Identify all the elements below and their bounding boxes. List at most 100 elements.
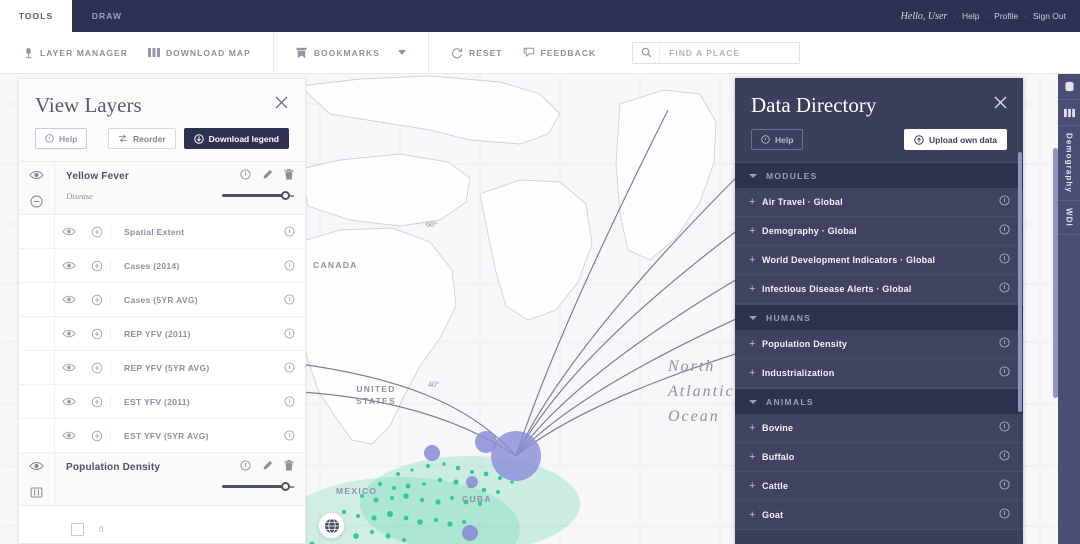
info-icon[interactable] [273, 260, 305, 271]
data-directory-item[interactable]: +Demography · Global [735, 217, 1023, 246]
info-icon[interactable] [999, 506, 1010, 524]
edge-tab-map[interactable] [1058, 100, 1080, 126]
edge-tab-database[interactable] [1058, 74, 1080, 100]
reorder-button[interactable]: Reorder [108, 128, 176, 149]
search-input[interactable] [660, 48, 799, 58]
feedback-button[interactable]: FEEDBACK [513, 47, 607, 59]
visibility-toggle[interactable] [19, 453, 54, 479]
plus-icon[interactable]: + [749, 452, 762, 463]
slider-knob[interactable] [281, 482, 290, 491]
close-icon[interactable] [274, 95, 290, 111]
help-link[interactable]: Help [962, 11, 979, 21]
sublayer-row[interactable]: REP YFV (5YR AVG) [19, 351, 305, 385]
visibility-toggle[interactable] [55, 329, 83, 338]
data-directory-item[interactable]: +Industrialization [735, 359, 1023, 388]
chevron-down-icon[interactable] [398, 50, 406, 55]
delete-icon[interactable] [284, 167, 294, 185]
info-icon[interactable] [273, 430, 305, 441]
visibility-toggle[interactable] [55, 261, 83, 270]
data-directory-section-header[interactable]: MODULES [735, 162, 1023, 188]
edit-icon[interactable] [262, 167, 273, 185]
data-directory-item[interactable]: +Infectious Disease Alerts · Global [735, 275, 1023, 304]
visibility-toggle[interactable] [55, 397, 83, 406]
data-directory-item[interactable]: +Population Density [735, 330, 1023, 359]
data-directory-item[interactable]: +Air Travel · Global [735, 188, 1023, 217]
delete-icon[interactable] [284, 458, 294, 476]
info-icon[interactable] [273, 294, 305, 305]
collapse-toggle[interactable] [19, 188, 54, 214]
info-icon[interactable] [999, 419, 1010, 437]
legend-checkbox[interactable] [71, 523, 84, 536]
sublayer-row[interactable]: EST YFV (2011) [19, 385, 305, 419]
plus-icon[interactable]: + [749, 423, 762, 434]
data-directory-item[interactable]: +World Development Indicators · Global [735, 246, 1023, 275]
profile-link[interactable]: Profile [994, 11, 1018, 21]
sign-out-link[interactable]: Sign Out [1033, 11, 1066, 21]
edge-tab-wdi[interactable]: WDI [1058, 201, 1080, 235]
tab-draw[interactable]: DRAW [72, 0, 142, 32]
data-directory-item[interactable]: +Goat [735, 501, 1023, 530]
layer-manager-button[interactable]: LAYER MANAGER [12, 47, 138, 59]
info-icon[interactable] [273, 362, 305, 373]
info-icon[interactable] [999, 448, 1010, 466]
info-icon[interactable] [999, 335, 1010, 353]
sublayer-row[interactable]: Spatial Extent [19, 215, 305, 249]
info-icon[interactable] [999, 364, 1010, 382]
bookmarks-button[interactable]: BOOKMARKS [286, 47, 416, 59]
info-icon[interactable] [999, 280, 1010, 298]
add-layer-button[interactable] [83, 362, 111, 374]
legend-toggle[interactable] [19, 479, 54, 505]
visibility-toggle[interactable] [19, 162, 54, 188]
info-icon[interactable] [273, 328, 305, 339]
data-directory-item[interactable]: +Buffalo [735, 443, 1023, 472]
info-icon[interactable] [999, 193, 1010, 211]
legend-item[interactable]: 0 [19, 516, 305, 542]
search-box[interactable] [632, 42, 800, 64]
data-directory-item[interactable]: +Bovine [735, 414, 1023, 443]
visibility-toggle[interactable] [55, 363, 83, 372]
opacity-slider[interactable] [222, 482, 294, 492]
add-layer-button[interactable] [83, 328, 111, 340]
info-icon[interactable] [240, 458, 251, 476]
plus-icon[interactable]: + [749, 481, 762, 492]
basemap-toggle-button[interactable] [318, 512, 345, 539]
info-icon[interactable] [273, 226, 305, 237]
slider-knob[interactable] [281, 191, 290, 200]
opacity-slider[interactable] [222, 191, 294, 201]
sublayer-row[interactable]: Cases (2014) [19, 249, 305, 283]
visibility-toggle[interactable] [55, 431, 83, 440]
plus-icon[interactable]: + [749, 197, 762, 208]
legend-checkbox[interactable] [71, 543, 84, 544]
plus-icon[interactable]: + [749, 339, 762, 350]
info-icon[interactable] [999, 251, 1010, 269]
tab-tools[interactable]: TOOLS [0, 0, 72, 32]
data-directory-item[interactable]: +Cattle [735, 472, 1023, 501]
help-button[interactable]: Help [35, 128, 87, 149]
edge-tab-demography[interactable]: Demography [1058, 126, 1080, 201]
panel-scrollbar[interactable] [1053, 148, 1058, 398]
edit-icon[interactable] [262, 458, 273, 476]
plus-icon[interactable]: + [749, 368, 762, 379]
sublayer-row[interactable]: EST YFV (5YR AVG) [19, 419, 305, 453]
visibility-toggle[interactable] [55, 227, 83, 236]
add-layer-button[interactable] [83, 226, 111, 238]
plus-icon[interactable]: + [749, 284, 762, 295]
reset-button[interactable]: RESET [441, 47, 513, 59]
visibility-toggle[interactable] [55, 295, 83, 304]
data-directory-section-header[interactable]: HUMANS [735, 304, 1023, 330]
add-layer-button[interactable] [83, 396, 111, 408]
legend-item[interactable] [19, 542, 305, 543]
plus-icon[interactable]: + [749, 510, 762, 521]
plus-icon[interactable]: + [749, 255, 762, 266]
download-map-button[interactable]: DOWNLOAD MAP [138, 47, 261, 59]
upload-own-data-button[interactable]: Upload own data [904, 129, 1007, 150]
info-icon[interactable] [999, 477, 1010, 495]
add-layer-button[interactable] [83, 294, 111, 306]
close-icon[interactable] [993, 95, 1008, 115]
plus-icon[interactable]: + [749, 226, 762, 237]
add-layer-button[interactable] [83, 430, 111, 442]
info-icon[interactable] [240, 167, 251, 185]
sublayer-row[interactable]: Cases (5YR AVG) [19, 283, 305, 317]
data-directory-scrollbar[interactable] [1018, 152, 1022, 412]
info-icon[interactable] [999, 222, 1010, 240]
